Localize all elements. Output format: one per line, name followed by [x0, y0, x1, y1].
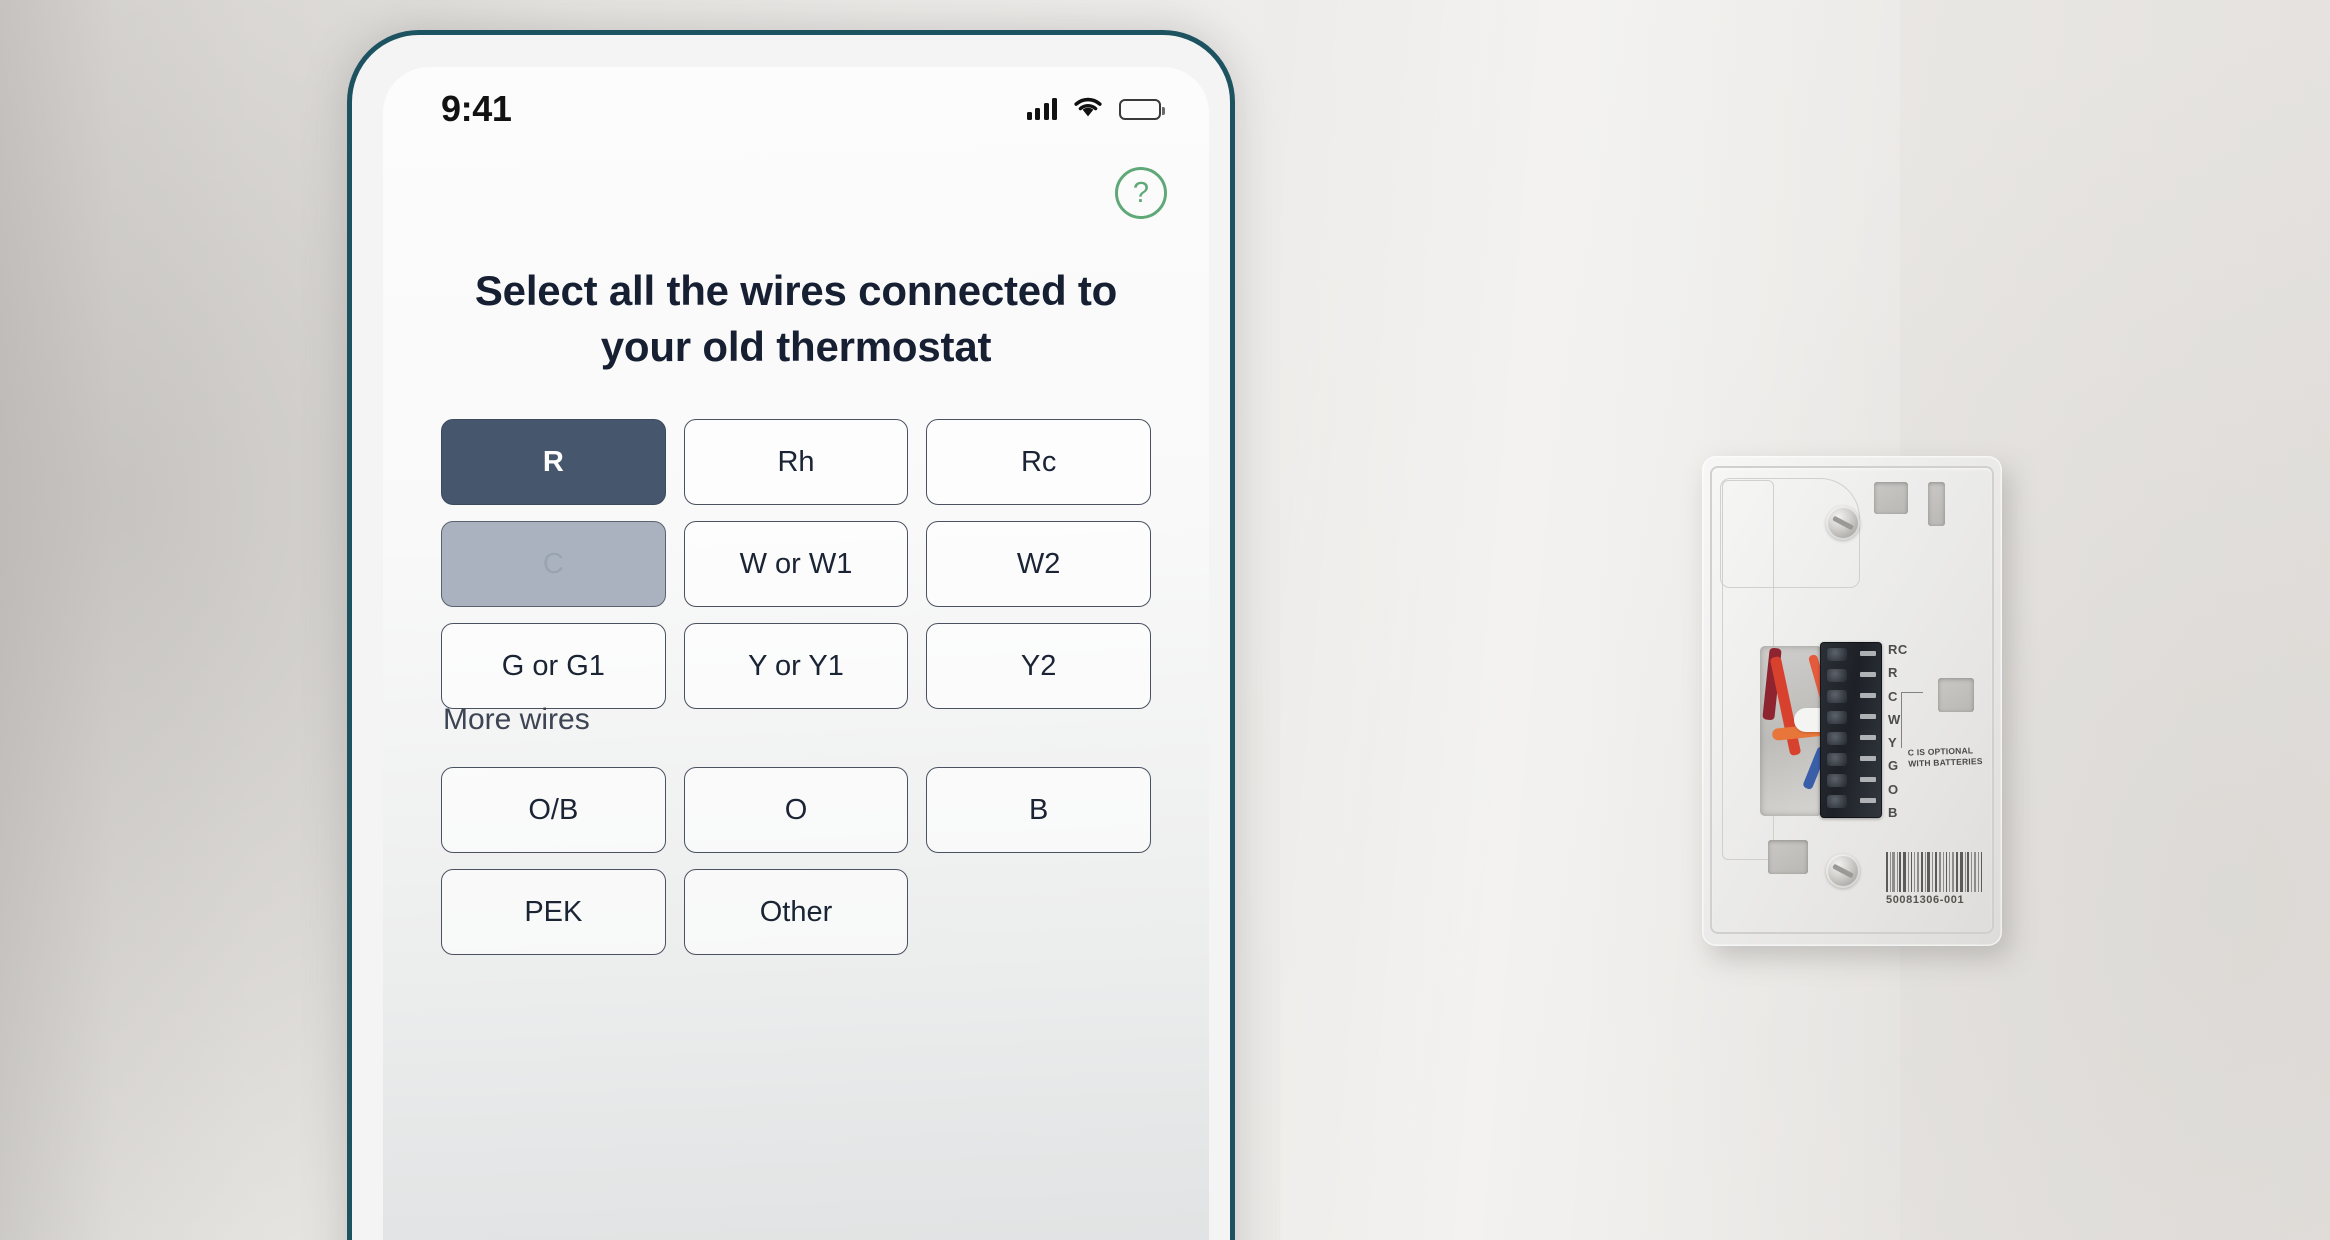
help-button-label: ?: [1132, 176, 1150, 209]
wire-option-other[interactable]: Other: [683, 869, 909, 955]
terminal-screw-w: [1827, 711, 1847, 724]
terminal-slot-g: [1860, 756, 1876, 761]
terminal-label-r: R: [1888, 665, 1898, 681]
terminal-slot-r: [1860, 672, 1876, 677]
terminal-block: [1820, 642, 1882, 818]
phone-screen: 9:41 ? Select all the wires connected to…: [383, 67, 1209, 1240]
wire-option-y2[interactable]: Y2: [926, 623, 1151, 709]
wire-option-r[interactable]: R: [441, 419, 666, 505]
plate-vent-c: [1938, 678, 1974, 712]
terminal-label-rc: RC: [1888, 642, 1908, 657]
battery-full-icon: [1119, 98, 1165, 120]
wifi-icon: [1073, 95, 1103, 123]
status-bar: 9:41: [383, 67, 1209, 151]
mounting-screw-bottom: [1826, 854, 1860, 888]
thermostat-wall-plate: RC R C W Y G O B C IS OPTIONAL WITH BATT…: [1702, 456, 2002, 946]
wire-option-o-slash-b[interactable]: O/B: [441, 767, 666, 853]
terminal-slot-y: [1860, 735, 1876, 740]
scene: 9:41 ? Select all the wires connected to…: [0, 0, 2330, 1240]
wire-option-c[interactable]: C: [441, 521, 666, 607]
note-leader-line: [1901, 692, 1923, 748]
phone-frame: 9:41 ? Select all the wires connected to…: [347, 30, 1235, 1240]
wire-option-w-or-w1[interactable]: W or W1: [683, 521, 909, 607]
terminal-label-g: G: [1888, 758, 1899, 774]
plate-vent-b: [1928, 482, 1945, 526]
barcode: [1886, 852, 1982, 892]
terminal-label-b: B: [1888, 804, 1898, 820]
wire-option-pek[interactable]: PEK: [441, 869, 666, 955]
wire-options-grid: R Rh Rc C W or W1 W2 G or G1 Y or Y1 Y2: [441, 419, 1151, 709]
terminal-screw-o: [1827, 774, 1847, 787]
wire-option-b[interactable]: B: [926, 767, 1151, 853]
plate-vent-a: [1874, 482, 1908, 514]
terminal-label-o: O: [1888, 781, 1899, 797]
page-title: Select all the wires connected to your o…: [474, 267, 1118, 370]
terminal-note: C IS OPTIONAL WITH BATTERIES: [1907, 745, 1983, 769]
mounting-screw-top: [1826, 506, 1860, 540]
plate-vent-d: [1768, 840, 1808, 874]
status-bar-time: 9:41: [441, 88, 512, 129]
wall-shadow: [0, 0, 250, 1240]
status-bar-icons: [1026, 95, 1165, 123]
terminal-slot-b: [1860, 798, 1876, 803]
cellular-signal-icon: [1026, 98, 1057, 120]
more-wire-options-grid: O/B O B PEK Other: [441, 767, 1151, 955]
wire-option-rc[interactable]: Rc: [926, 419, 1151, 505]
wire-option-o[interactable]: O: [683, 767, 909, 853]
terminal-screw-rc: [1827, 648, 1847, 661]
terminal-slot-c: [1860, 693, 1876, 698]
wire-option-g-or-g1[interactable]: G or G1: [441, 623, 666, 709]
terminal-screw-c: [1827, 690, 1847, 703]
part-number: 50081306-001: [1886, 894, 1965, 906]
wire-option-rh[interactable]: Rh: [683, 419, 909, 505]
wire-option-y-or-y1[interactable]: Y or Y1: [683, 623, 909, 709]
wire-option-w2[interactable]: W2: [926, 521, 1151, 607]
terminal-slot-w: [1860, 714, 1876, 719]
terminal-screw-b: [1827, 795, 1847, 808]
terminal-screw-r: [1827, 669, 1847, 682]
more-wires-section-label: More wires: [443, 703, 590, 736]
terminal-slot-rc: [1860, 651, 1876, 656]
terminal-screw-g: [1827, 753, 1847, 766]
help-circle-icon[interactable]: ?: [1115, 167, 1167, 219]
terminal-screw-y: [1827, 732, 1847, 745]
terminal-slot-o: [1860, 777, 1876, 782]
